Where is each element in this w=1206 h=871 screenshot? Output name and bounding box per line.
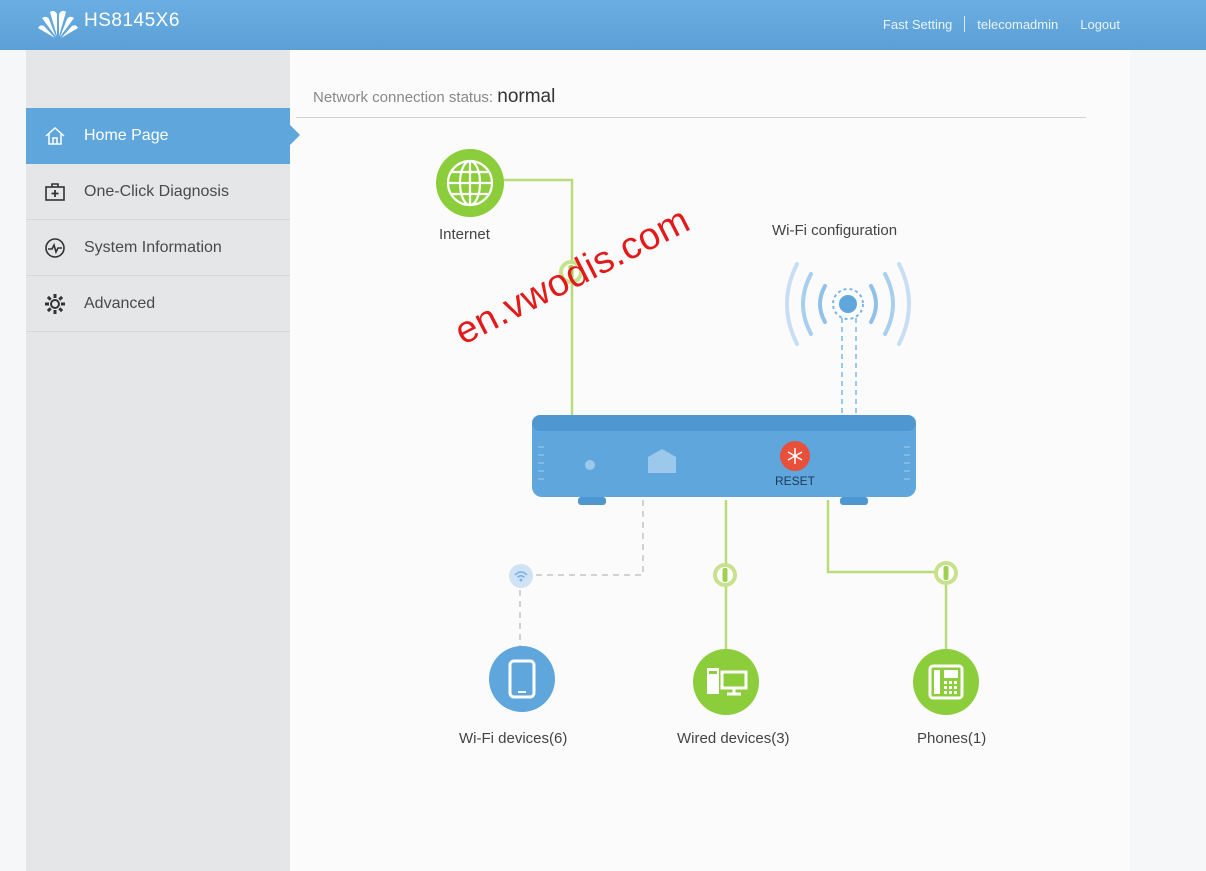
top-bar: HS8145X6 Fast Setting telecomadmin Logou… (0, 0, 1206, 50)
wifi-configuration-label[interactable]: Wi-Fi configuration (772, 222, 897, 239)
connector-icon (713, 563, 737, 587)
link-divider (964, 16, 966, 32)
telephone-icon[interactable] (912, 648, 980, 716)
wifi-devices-label[interactable]: Wi-Fi devices(6) (459, 730, 567, 747)
sidebar-item-label: One-Click Diagnosis (84, 182, 229, 200)
phones-label[interactable]: Phones(1) (917, 730, 986, 747)
sidebar-item-label: Home Page (84, 126, 169, 144)
first-aid-icon (26, 182, 84, 202)
network-status-label: Network connection status: (313, 89, 494, 106)
top-links: Fast Setting telecomadmin Logout (883, 16, 1120, 32)
router-icon (532, 415, 916, 505)
globe-icon[interactable] (435, 148, 505, 218)
wifi-signal-icon[interactable] (773, 258, 923, 348)
wifi-node-icon (509, 564, 533, 588)
sidebar-item-one-click-diagnosis[interactable]: One-Click Diagnosis (26, 164, 290, 220)
network-topology-diagram: Internet Wi-Fi configuration RESET Wi-Fi… (290, 118, 1130, 871)
network-status-value: normal (497, 86, 556, 107)
sidebar-item-home-page[interactable]: Home Page (26, 108, 300, 164)
sidebar-item-label: Advanced (84, 294, 156, 312)
sidebar-item-label: System Information (84, 238, 222, 256)
logout-link[interactable]: Logout (1080, 17, 1120, 32)
tablet-icon[interactable] (488, 645, 556, 713)
reset-label: RESET (775, 474, 816, 488)
connector-icon (934, 561, 958, 585)
sidebar-item-advanced[interactable]: Advanced (26, 276, 290, 332)
pulse-icon (26, 237, 84, 259)
wired-devices-label[interactable]: Wired devices(3) (677, 730, 790, 747)
fast-setting-link[interactable]: Fast Setting (883, 17, 952, 32)
device-model: HS8145X6 (84, 10, 180, 31)
huawei-logo-icon (38, 10, 78, 38)
home-icon (26, 126, 84, 146)
reset-button-icon[interactable] (779, 440, 811, 472)
network-status: Network connection status: normal (313, 86, 555, 108)
sidebar-item-system-information[interactable]: System Information (26, 220, 290, 276)
sidebar-nav: Home Page One-Click Diagnosis System Inf… (26, 108, 300, 332)
desktop-computer-icon[interactable] (692, 648, 760, 716)
internet-label: Internet (439, 226, 490, 243)
gear-icon (26, 293, 84, 315)
user-link[interactable]: telecomadmin (977, 17, 1058, 32)
